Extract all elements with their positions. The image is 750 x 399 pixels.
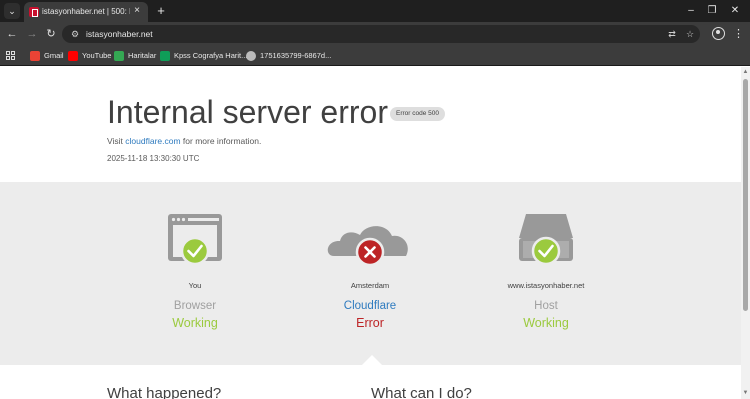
status-band: You Browser Working Amsterdam Cloudflare…: [0, 182, 741, 365]
address-bar[interactable]: ⚙ istasyonhaber.net ⇄ ☆: [62, 25, 700, 43]
cloudflare-name-link[interactable]: Cloudflare: [290, 299, 450, 314]
apps-grid-icon[interactable]: [6, 51, 16, 61]
what-happened-heading: What happened?: [107, 385, 222, 399]
bookmark-youtube[interactable]: YouTube: [68, 49, 112, 63]
bookmark-label: YouTube: [82, 51, 112, 60]
host-status-column: www.istasyonhaber.net Host Working: [466, 182, 626, 365]
page-content: Internal server error Error code 500 Vis…: [0, 67, 741, 399]
tune-icon[interactable]: ⚙: [68, 27, 82, 41]
close-icon[interactable]: ×: [131, 5, 143, 17]
bookmark-kpss[interactable]: Kpss Cografya Harit...: [160, 49, 247, 63]
host-location: www.istasyonhaber.net: [507, 281, 585, 290]
browser-icon: [168, 214, 222, 266]
scroll-down-icon[interactable]: ▼: [742, 390, 749, 397]
browser-name: Browser: [173, 300, 217, 312]
section-pointer: [362, 355, 382, 365]
bookmark-label: Gmail: [44, 51, 64, 60]
youtube-icon: [68, 51, 78, 61]
cloudflare-location: Amsterdam: [350, 281, 390, 290]
error-code-badge: Error code 500: [390, 107, 445, 121]
new-tab-button[interactable]: +: [154, 4, 168, 18]
profile-icon[interactable]: [712, 27, 725, 40]
close-window-button[interactable]: ✕: [727, 3, 743, 19]
scroll-up-icon[interactable]: ▲: [742, 69, 749, 76]
timestamp: 2025-11-18 13:30:30 UTC: [107, 154, 200, 163]
scroll-thumb[interactable]: [743, 79, 748, 311]
host-name: Host: [534, 300, 558, 312]
browser-location: You: [188, 281, 202, 290]
cloudflare-status: Error: [356, 316, 384, 330]
cloudflare-status-column: Amsterdam Cloudflare Error: [290, 182, 450, 365]
gmail-icon: [30, 51, 40, 61]
browser-status-column: You Browser Working: [115, 182, 275, 365]
error-header: Internal server error Error code 500 Vis…: [0, 67, 741, 182]
reload-icon[interactable]: ↻: [43, 26, 59, 42]
kebab-menu-icon[interactable]: ⋮: [733, 26, 744, 42]
restore-button[interactable]: ❐: [704, 3, 720, 19]
bookmark-label: 1751635799-6867d...: [260, 51, 332, 60]
back-arrow-icon[interactable]: ←: [4, 26, 20, 42]
bookmark-link[interactable]: 1751635799-6867d...: [246, 49, 331, 63]
maps-icon: [114, 51, 124, 61]
page-scrollbar[interactable]: ▲ ▼: [741, 67, 750, 399]
server-icon: [519, 214, 573, 266]
star-icon[interactable]: ☆: [683, 27, 697, 41]
bookmark-label: Kpss Cografya Harit...: [174, 51, 248, 60]
url-text[interactable]: istasyonhaber.net: [86, 28, 153, 40]
browser-tab[interactable]: istasyonhaber.net | 500: Internal server…: [24, 2, 148, 22]
bookmark-haritalar[interactable]: Haritalar: [114, 49, 158, 63]
page-title: Internal server error: [107, 94, 388, 130]
cloud-icon: [327, 226, 408, 267]
visit-line: Visit cloudflare.com for more informatio…: [107, 135, 261, 147]
minimize-button[interactable]: –: [683, 3, 699, 19]
browser-toolbar: ← → ↻ ⚙ istasyonhaber.net ⇄ ☆ ⋮: [0, 22, 750, 46]
chevron-down-icon[interactable]: ⌄: [4, 3, 20, 19]
globe-icon: [246, 51, 256, 61]
map-bookmark-icon: [160, 51, 170, 61]
translate-icon[interactable]: ⇄: [665, 27, 679, 41]
host-status: Working: [523, 316, 569, 330]
cloudflare-link[interactable]: cloudflare.com: [125, 136, 180, 146]
site-favicon-icon: [29, 7, 39, 17]
bookmarks-bar: Gmail YouTube Haritalar Kpss Cografya Ha…: [0, 46, 750, 66]
what-can-i-do-heading: What can I do?: [371, 385, 472, 399]
browser-status: Working: [172, 316, 218, 330]
bookmark-gmail[interactable]: Gmail: [30, 49, 64, 63]
tab-title: istasyonhaber.net | 500: Internal server…: [42, 7, 130, 16]
bookmark-label: Haritalar: [128, 51, 157, 60]
tab-strip: ⌄ istasyonhaber.net | 500: Internal serv…: [0, 0, 750, 22]
visit-prefix: Visit: [107, 136, 126, 146]
visit-suffix: for more information.: [180, 136, 262, 146]
forward-arrow-icon[interactable]: →: [24, 26, 40, 42]
